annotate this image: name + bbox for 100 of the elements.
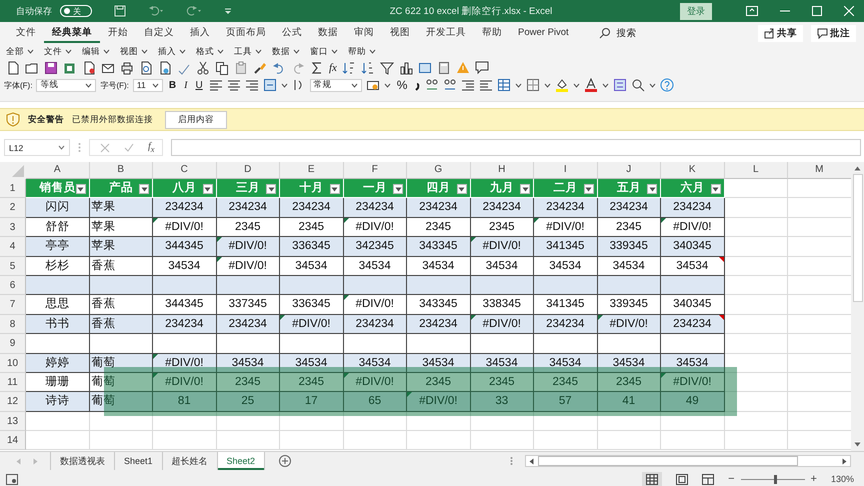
- filter-dropdown-button[interactable]: [330, 184, 340, 194]
- page-setup-icon[interactable]: [158, 60, 172, 74]
- scroll-up-icon[interactable]: [854, 166, 861, 171]
- align-left-icon[interactable]: [208, 78, 223, 92]
- page-break-icon[interactable]: [702, 474, 714, 484]
- filter-dropdown-button[interactable]: [76, 184, 86, 194]
- function-button[interactable]: fx: [329, 62, 337, 74]
- row-header[interactable]: 5: [0, 256, 26, 276]
- table-icon[interactable]: [497, 78, 512, 92]
- filter-dropdown-button[interactable]: [393, 184, 403, 194]
- row-header[interactable]: 8: [0, 314, 26, 334]
- copy-icon[interactable]: [215, 60, 229, 74]
- filter-icon[interactable]: [380, 60, 394, 74]
- customize-icon[interactable]: [224, 6, 232, 16]
- maximize-icon[interactable]: [812, 6, 822, 16]
- column-header[interactable]: D: [216, 162, 280, 179]
- help-icon[interactable]: [660, 78, 674, 92]
- row-header[interactable]: 2: [0, 198, 26, 218]
- sheet-tab[interactable]: Sheet2: [218, 452, 266, 470]
- save-icon[interactable]: [44, 60, 58, 74]
- picture-frame-icon[interactable]: [418, 60, 432, 74]
- scroll-left-icon[interactable]: [529, 458, 534, 464]
- ribbon-tab[interactable]: 自定义: [136, 23, 182, 43]
- row-header[interactable]: 6: [0, 276, 26, 296]
- filter-dropdown-button[interactable]: [647, 184, 657, 194]
- underline-button[interactable]: U: [193, 80, 205, 90]
- chart-icon[interactable]: [398, 60, 413, 74]
- menu-item[interactable]: 格式: [196, 46, 224, 58]
- document-icon[interactable]: [82, 60, 96, 74]
- borders-icon[interactable]: [526, 78, 540, 92]
- currency-icon[interactable]: [366, 78, 380, 92]
- autosave-toggle[interactable]: 关: [60, 5, 92, 17]
- printer-icon[interactable]: [120, 60, 134, 74]
- filter-dropdown-button[interactable]: [139, 184, 149, 194]
- enable-content-button[interactable]: 启用内容: [165, 110, 227, 128]
- fill-color-icon[interactable]: [555, 78, 570, 92]
- brush-icon[interactable]: [253, 60, 267, 74]
- close-icon[interactable]: [844, 6, 854, 16]
- column-header[interactable]: C: [153, 162, 216, 179]
- ribbon-tab[interactable]: 经典菜单: [44, 23, 100, 43]
- ribbon-tab[interactable]: 文件: [8, 23, 44, 43]
- ribbon-tab[interactable]: 开始: [100, 23, 136, 43]
- filter-dropdown-button[interactable]: [710, 184, 720, 194]
- column-header[interactable]: F: [344, 162, 407, 179]
- row-header[interactable]: 13: [0, 412, 26, 432]
- menu-item[interactable]: 数据: [272, 46, 300, 58]
- ribbon-tab[interactable]: 审阅: [346, 23, 382, 43]
- horizontal-scrollbar[interactable]: [525, 455, 851, 467]
- column-header[interactable]: L: [724, 162, 788, 179]
- align-center-icon[interactable]: [226, 78, 241, 92]
- align-right-icon[interactable]: [244, 78, 259, 92]
- row-header[interactable]: 12: [0, 392, 26, 412]
- scroll-right-icon[interactable]: [842, 458, 847, 464]
- sort-descending-icon[interactable]: [360, 60, 375, 74]
- undo-icon[interactable]: [272, 60, 286, 74]
- zoom-icon[interactable]: [631, 78, 646, 92]
- column-header[interactable]: K: [661, 162, 724, 179]
- comment-icon[interactable]: [474, 60, 489, 74]
- column-header[interactable]: G: [407, 162, 470, 179]
- number-format-dropdown[interactable]: 常规: [310, 78, 362, 92]
- menu-item[interactable]: 全部: [6, 46, 34, 58]
- share-button[interactable]: 共享: [758, 24, 803, 42]
- increase-decimal-icon[interactable]: [425, 78, 440, 92]
- column-header[interactable]: J: [598, 162, 661, 179]
- column-header[interactable]: B: [90, 162, 153, 179]
- ribbon-tab[interactable]: 页面布局: [218, 23, 274, 43]
- ribbon-tab[interactable]: 数据: [310, 23, 346, 43]
- scroll-thumb[interactable]: [852, 174, 862, 302]
- sort-ascending-icon[interactable]: [342, 60, 356, 74]
- normal-view-button[interactable]: [642, 472, 662, 486]
- menu-item[interactable]: 窗口: [310, 46, 338, 58]
- print-preview-icon[interactable]: [139, 60, 153, 74]
- column-header[interactable]: E: [280, 162, 344, 179]
- ribbon-tab[interactable]: 视图: [382, 23, 418, 43]
- calculator-icon[interactable]: [436, 60, 451, 74]
- column-header[interactable]: I: [534, 162, 598, 179]
- zoom-slider-thumb[interactable]: [774, 474, 778, 484]
- size-dropdown[interactable]: 11: [132, 78, 163, 92]
- filter-dropdown-button[interactable]: [520, 184, 530, 194]
- column-header[interactable]: H: [470, 162, 534, 179]
- menu-item[interactable]: 编辑: [82, 46, 110, 58]
- folder-icon[interactable]: [25, 60, 39, 74]
- outdent-icon[interactable]: [479, 78, 494, 92]
- row-header[interactable]: 14: [0, 431, 26, 450]
- ribbon-tab[interactable]: 公式: [274, 23, 310, 43]
- cut-icon[interactable]: [196, 60, 210, 74]
- ribbon-tab[interactable]: 插入: [182, 23, 218, 43]
- vertical-scrollbar[interactable]: [851, 162, 864, 451]
- menu-item[interactable]: 工具: [234, 46, 262, 58]
- scroll-thumb[interactable]: [538, 456, 798, 466]
- filter-dropdown-button[interactable]: [202, 184, 212, 194]
- row-header[interactable]: 3: [0, 218, 26, 238]
- filter-dropdown-button[interactable]: [266, 184, 276, 194]
- add-sheet-icon[interactable]: [279, 455, 292, 467]
- undo-icon[interactable]: [148, 5, 164, 17]
- login-button[interactable]: 登录: [680, 2, 712, 20]
- redo-icon[interactable]: [186, 5, 202, 17]
- font-dropdown[interactable]: 等线: [36, 78, 96, 92]
- macro-record-icon[interactable]: [6, 474, 18, 484]
- filter-dropdown-button[interactable]: [456, 184, 466, 194]
